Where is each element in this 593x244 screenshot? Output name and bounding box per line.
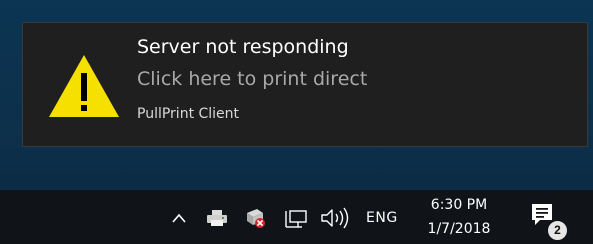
- language-indicator[interactable]: ENG: [366, 207, 398, 229]
- notification-title: Server not responding: [137, 36, 349, 58]
- clock-date: 1/7/2018: [427, 221, 491, 237]
- action-center-button[interactable]: 2: [530, 202, 570, 242]
- toast-notification[interactable]: Server not responding Click here to prin…: [22, 22, 588, 147]
- printer-icon[interactable]: [206, 209, 228, 227]
- chevron-up-icon[interactable]: [172, 212, 186, 224]
- taskbar: ENG 6:30 PM 1/7/2018 2: [0, 190, 593, 244]
- notification-body: Click here to print direct: [137, 68, 368, 90]
- printer-error-icon[interactable]: [243, 207, 267, 229]
- notification-app-name: PullPrint Client: [137, 106, 240, 122]
- clock-time: 6:30 PM: [430, 197, 488, 213]
- clock[interactable]: 6:30 PM 1/7/2018: [414, 192, 504, 244]
- notification-count-badge: 2: [546, 219, 569, 242]
- warning-icon: [49, 55, 119, 117]
- network-icon[interactable]: [284, 209, 308, 229]
- volume-icon[interactable]: [320, 207, 352, 229]
